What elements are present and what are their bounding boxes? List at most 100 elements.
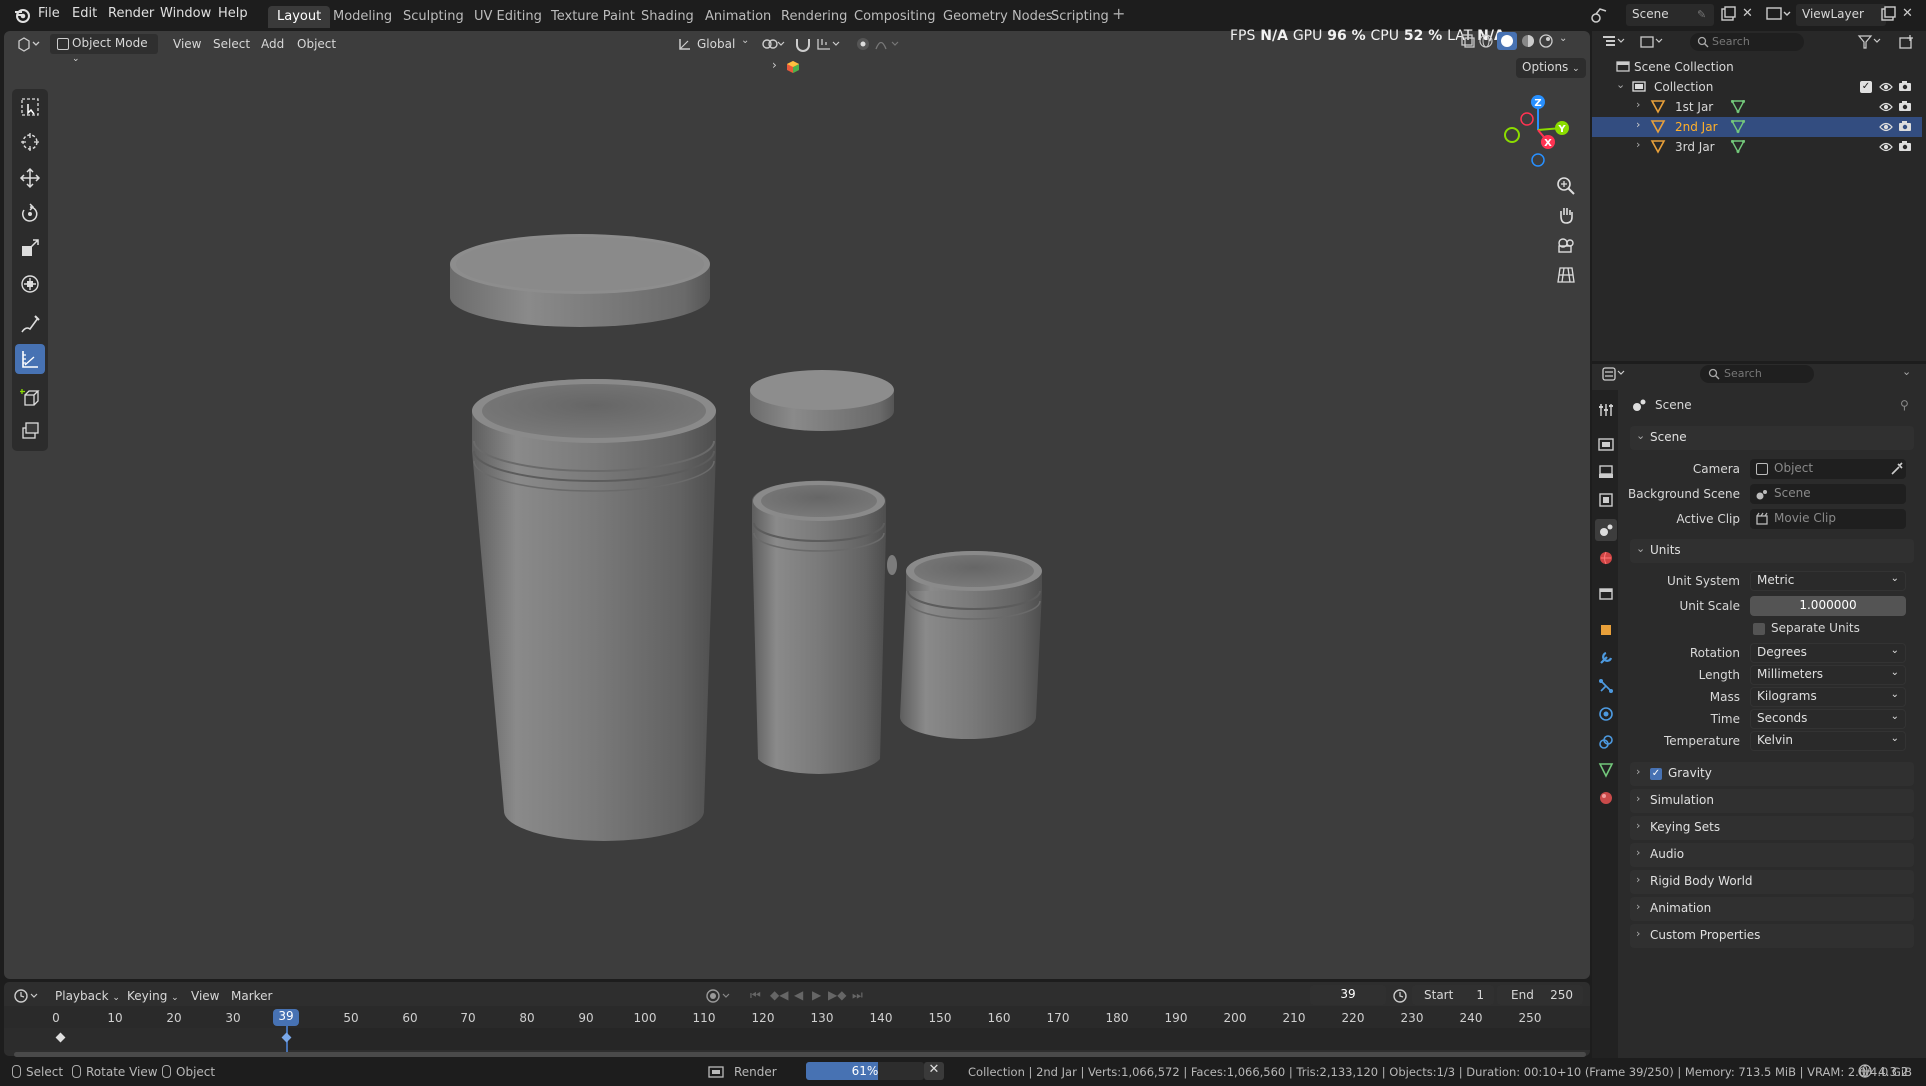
outliner-collection[interactable]: ⌄ Collection ✓: [1592, 77, 1922, 97]
properties-editor-type-icon[interactable]: [1602, 367, 1628, 385]
timeline-editor-type-icon[interactable]: [14, 988, 42, 1008]
audio-panel-header[interactable]: › Audio: [1630, 843, 1914, 867]
unit-system-dropdown[interactable]: Metric ⌄: [1750, 571, 1906, 591]
render-camera-icon[interactable]: [1898, 140, 1912, 155]
mesh-data-icon[interactable]: [1730, 100, 1746, 116]
blender-logo-icon[interactable]: [13, 6, 31, 28]
simulation-panel-header[interactable]: › Simulation: [1630, 789, 1914, 813]
new-collection-icon[interactable]: [1898, 34, 1914, 54]
jump-keyframe-back-icon[interactable]: ◆◀: [770, 988, 788, 1002]
object-tab-icon[interactable]: [1598, 622, 1614, 642]
tab-sculpting[interactable]: Sculpting: [394, 6, 473, 28]
menu-help[interactable]: Help: [218, 6, 248, 21]
menu-window[interactable]: Window: [160, 6, 211, 21]
custom-properties-panel-header[interactable]: › Custom Properties: [1630, 924, 1914, 948]
view-layer-icon[interactable]: [1766, 6, 1792, 26]
expand-chevron-icon[interactable]: ⌄: [1616, 78, 1625, 91]
delete-view-layer-icon[interactable]: ✕: [1902, 6, 1913, 21]
tab-modeling[interactable]: Modeling: [324, 6, 401, 28]
menu-file[interactable]: File: [38, 6, 60, 21]
keying-sets-panel-header[interactable]: › Keying Sets: [1630, 816, 1914, 840]
start-frame-field[interactable]: Start 1: [1412, 985, 1494, 1005]
tab-uv-editing[interactable]: UV Editing: [465, 6, 551, 28]
tool-tab-icon[interactable]: [1598, 402, 1614, 422]
particles-tab-icon[interactable]: [1598, 678, 1614, 698]
tab-texture-paint[interactable]: Texture Paint: [542, 6, 644, 28]
2nd-jar-body[interactable]: [752, 480, 897, 775]
tab-animation[interactable]: Animation: [696, 6, 780, 28]
playhead-frame-badge[interactable]: 39: [273, 1009, 299, 1026]
new-scene-icon[interactable]: [1720, 6, 1736, 26]
collection-tab-icon[interactable]: [1598, 586, 1614, 606]
active-clip-field[interactable]: Movie Clip: [1750, 509, 1906, 529]
mesh-data-icon[interactable]: [1730, 120, 1746, 136]
camera-field[interactable]: Object: [1750, 459, 1906, 479]
render-tab-icon[interactable]: [1598, 436, 1614, 456]
keying-menu[interactable]: Keying ⌄: [127, 989, 179, 1003]
new-view-layer-icon[interactable]: [1880, 6, 1896, 26]
outliner-editor-type-icon[interactable]: [1602, 35, 1628, 53]
gravity-checkbox[interactable]: ✓: [1650, 768, 1662, 780]
world-tab-icon[interactable]: [1598, 550, 1614, 570]
time-dropdown[interactable]: Seconds ⌄: [1750, 709, 1906, 729]
filter-icon[interactable]: [1857, 35, 1884, 53]
outliner-object-2nd-jar[interactable]: › 2nd Jar: [1592, 117, 1922, 137]
1st-jar-lid[interactable]: [450, 234, 710, 327]
2nd-jar-lid[interactable]: [750, 370, 894, 431]
expand-chevron-icon[interactable]: ›: [1636, 118, 1640, 131]
exclude-checkbox[interactable]: ✓: [1860, 81, 1872, 93]
expand-chevron-icon[interactable]: ›: [1636, 138, 1640, 151]
visibility-eye-icon[interactable]: [1879, 81, 1893, 96]
rotation-dropdown[interactable]: Degrees ⌄: [1750, 643, 1906, 663]
pin-scene-icon[interactable]: ✎: [1697, 8, 1706, 21]
mass-dropdown[interactable]: Kilograms ⌄: [1750, 687, 1906, 707]
jump-start-icon[interactable]: ⏮: [750, 988, 761, 1003]
outliner-object-3rd-jar[interactable]: › 3rd Jar: [1592, 137, 1922, 157]
play-reverse-icon[interactable]: ◀: [794, 988, 803, 1002]
menu-edit[interactable]: Edit: [72, 6, 97, 21]
unit-scale-field[interactable]: 1.000000: [1750, 596, 1906, 616]
modifier-tab-icon[interactable]: [1598, 650, 1614, 670]
end-frame-field[interactable]: End 250: [1497, 985, 1583, 1005]
preview-range-clock-icon[interactable]: [1392, 988, 1408, 1008]
playback-menu[interactable]: Playback ⌄: [55, 989, 120, 1003]
rigid-body-world-panel-header[interactable]: › Rigid Body World: [1630, 870, 1914, 894]
scene-selector-icon[interactable]: [1590, 7, 1608, 27]
visibility-eye-icon[interactable]: [1879, 141, 1893, 156]
background-scene-field[interactable]: Scene: [1750, 484, 1906, 504]
tab-compositing[interactable]: Compositing: [845, 6, 945, 28]
tab-scripting[interactable]: Scripting: [1042, 6, 1118, 28]
cancel-render-icon[interactable]: ✕: [924, 1062, 944, 1080]
add-workspace-icon[interactable]: +: [1112, 4, 1125, 23]
chevron-down-icon[interactable]: ⌄: [1902, 365, 1911, 378]
render-camera-icon[interactable]: [1898, 100, 1912, 115]
3rd-jar-body[interactable]: [900, 551, 1042, 739]
visibility-eye-icon[interactable]: [1879, 121, 1893, 136]
scene-tab-icon[interactable]: [1595, 519, 1617, 541]
gravity-panel-header[interactable]: › ✓ Gravity: [1630, 762, 1914, 786]
scene-panel-header[interactable]: ⌄ Scene: [1630, 426, 1914, 450]
timeline-scrollbar[interactable]: [14, 1052, 1586, 1057]
outliner-scene-collection[interactable]: Scene Collection: [1592, 57, 1922, 77]
animation-panel-header[interactable]: › Animation: [1630, 897, 1914, 921]
units-panel-header[interactable]: ⌄ Units: [1630, 539, 1914, 563]
jars-scene[interactable]: [4, 31, 1590, 979]
expand-chevron-icon[interactable]: ›: [1636, 98, 1640, 111]
view-layer-field[interactable]: ViewLayer: [1796, 4, 1886, 26]
data-tab-icon[interactable]: [1598, 762, 1614, 782]
jump-end-icon[interactable]: ⏭: [852, 988, 863, 1003]
outliner-object-1st-jar[interactable]: › 1st Jar: [1592, 97, 1922, 117]
tab-layout[interactable]: Layout: [268, 6, 331, 28]
temperature-dropdown[interactable]: Kelvin ⌄: [1750, 731, 1906, 751]
jump-keyframe-forward-icon[interactable]: ▶◆: [828, 988, 846, 1002]
mesh-data-icon[interactable]: [1730, 140, 1746, 156]
play-icon[interactable]: ▶: [812, 988, 821, 1002]
tab-rendering[interactable]: Rendering: [772, 6, 856, 28]
output-tab-icon[interactable]: [1598, 464, 1614, 484]
timeline-view-menu[interactable]: View: [191, 989, 219, 1003]
marker-menu[interactable]: Marker: [231, 989, 272, 1003]
delete-scene-icon[interactable]: ✕: [1742, 6, 1753, 21]
physics-tab-icon[interactable]: [1598, 706, 1614, 726]
length-dropdown[interactable]: Millimeters ⌄: [1750, 665, 1906, 685]
current-frame-field[interactable]: 39: [1310, 985, 1386, 1005]
